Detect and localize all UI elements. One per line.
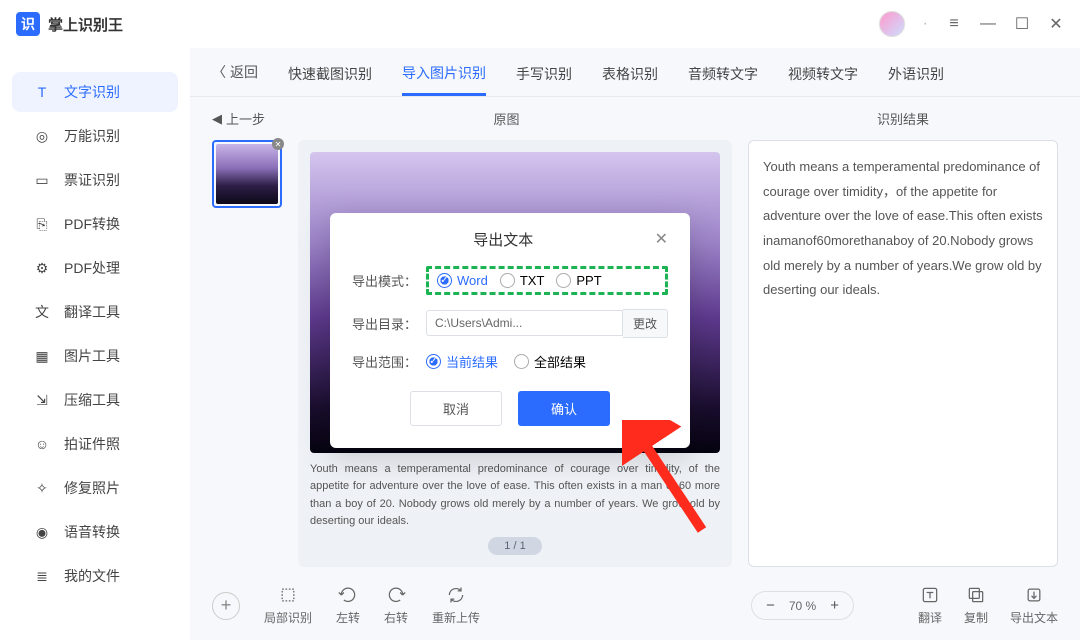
zoom-value: 70 % [789, 599, 816, 613]
result-panel[interactable]: Youth means a temperamental predominance… [748, 140, 1058, 567]
thumbnail-close-icon[interactable]: ✕ [272, 138, 284, 150]
radio-icon [514, 354, 529, 369]
scope-label: 导出范围： [352, 352, 426, 371]
sidebar-item-voice[interactable]: ◉语音转换 [12, 512, 178, 552]
sidebar: T文字识别 ◎万能识别 ▭票证识别 ⎘PDF转换 ⚙PDF处理 文翻译工具 ▦图… [0, 48, 190, 640]
gear-icon: ⚙ [32, 258, 52, 278]
chevron-left-icon: 〈 [212, 62, 226, 82]
tool-translate[interactable]: 翻译 [918, 585, 942, 626]
tabs: 〈返回 快速截图识别 导入图片识别 手写识别 表格识别 音频转文字 视频转文字 … [190, 48, 1080, 97]
maximize-icon[interactable]: ☐ [1014, 16, 1030, 32]
tab-screenshot[interactable]: 快速截图识别 [288, 64, 372, 94]
toolbar: + 局部识别 左转 右转 重新上传 − 70 % + 翻译 复制 导出文本 [190, 575, 1080, 640]
zoom-in-button[interactable]: + [830, 597, 839, 614]
sidebar-item-repair[interactable]: ✧修复照片 [12, 468, 178, 508]
result-text: Youth means a temperamental predominance… [763, 155, 1043, 303]
tab-table[interactable]: 表格识别 [602, 64, 658, 94]
avatar[interactable] [879, 11, 905, 37]
scope-all[interactable]: 全部结果 [514, 352, 586, 371]
repair-icon: ✧ [32, 478, 52, 498]
back-button[interactable]: 〈返回 [212, 62, 258, 82]
tab-handwriting[interactable]: 手写识别 [516, 64, 572, 94]
sidebar-item-translate[interactable]: 文翻译工具 [12, 292, 178, 332]
triangle-left-icon: ◀ [212, 111, 222, 127]
thumbnail-image [216, 144, 278, 204]
id-icon: ☺ [32, 434, 52, 454]
sidebar-item-image[interactable]: ▦图片工具 [12, 336, 178, 376]
sidebar-item-text-ocr[interactable]: T文字识别 [12, 72, 178, 112]
minimize-icon[interactable]: — [980, 16, 996, 32]
tab-import-image[interactable]: 导入图片识别 [402, 63, 486, 96]
tab-video[interactable]: 视频转文字 [788, 64, 858, 94]
confirm-button[interactable]: 确认 [518, 391, 610, 426]
add-button[interactable]: + [212, 592, 240, 620]
mode-options-highlight: Word TXT PPT [426, 266, 668, 295]
sidebar-item-pdf-process[interactable]: ⚙PDF处理 [12, 248, 178, 288]
zoom-control: − 70 % + [751, 591, 854, 620]
subheader: ◀上一步 原图 识别结果 [190, 97, 1080, 140]
image-icon: ▦ [32, 346, 52, 366]
radio-icon [500, 273, 515, 288]
radio-icon [556, 273, 571, 288]
radio-icon [426, 354, 441, 369]
tool-copy[interactable]: 复制 [964, 585, 988, 626]
files-icon: ≣ [32, 566, 52, 586]
text-icon: T [32, 82, 52, 102]
mode-word[interactable]: Word [437, 273, 488, 288]
pager: 1 / 1 [488, 537, 541, 555]
tab-audio[interactable]: 音频转文字 [688, 64, 758, 94]
sidebar-item-ticket[interactable]: ▭票证识别 [12, 160, 178, 200]
original-label: 原图 [265, 109, 748, 128]
export-modal: 导出文本 ✕ 导出模式： Word TXT PPT 导出目录： 更改 导出范围：… [330, 213, 690, 448]
titlebar: 识 掌上识别王 · ≡ — ☐ ✕ [0, 0, 1080, 48]
mode-label: 导出模式： [352, 271, 426, 290]
tool-reupload[interactable]: 重新上传 [432, 585, 480, 626]
translate-icon: 文 [32, 302, 52, 322]
dir-label: 导出目录： [352, 314, 426, 333]
dir-change-button[interactable]: 更改 [623, 309, 668, 338]
tab-foreign[interactable]: 外语识别 [888, 64, 944, 94]
modal-close-icon[interactable]: ✕ [655, 229, 668, 249]
camera-icon: ◎ [32, 126, 52, 146]
preview-caption: Youth means a temperamental predominance… [310, 461, 720, 531]
tool-rotate-right[interactable]: 右转 [384, 585, 408, 626]
menu-icon[interactable]: ≡ [946, 16, 962, 32]
radio-icon [437, 273, 452, 288]
app-title: 掌上识别王 [48, 14, 123, 35]
cancel-button[interactable]: 取消 [410, 391, 502, 426]
mode-txt[interactable]: TXT [500, 273, 545, 288]
tool-export[interactable]: 导出文本 [1010, 585, 1058, 626]
mode-ppt[interactable]: PPT [556, 273, 601, 288]
tool-rotate-left[interactable]: 左转 [336, 585, 360, 626]
sidebar-item-idphoto[interactable]: ☺拍证件照 [12, 424, 178, 464]
sidebar-item-myfiles[interactable]: ≣我的文件 [12, 556, 178, 596]
tool-crop[interactable]: 局部识别 [264, 585, 312, 626]
scope-current[interactable]: 当前结果 [426, 352, 498, 371]
close-icon[interactable]: ✕ [1048, 16, 1064, 32]
result-label: 识别结果 [748, 109, 1058, 128]
thumbnail[interactable]: ✕ [212, 140, 282, 208]
compress-icon: ⇲ [32, 390, 52, 410]
modal-title: 导出文本 [352, 229, 655, 250]
sidebar-item-compress[interactable]: ⇲压缩工具 [12, 380, 178, 420]
zoom-out-button[interactable]: − [766, 597, 775, 614]
thumbnails: ✕ [212, 140, 282, 567]
ticket-icon: ▭ [32, 170, 52, 190]
dir-input[interactable] [426, 310, 623, 336]
sidebar-item-pdf-convert[interactable]: ⎘PDF转换 [12, 204, 178, 244]
pdf-icon: ⎘ [32, 214, 52, 234]
vip-icon[interactable]: · [923, 15, 928, 33]
voice-icon: ◉ [32, 522, 52, 542]
prev-step-button[interactable]: ◀上一步 [212, 109, 265, 128]
sidebar-item-universal[interactable]: ◎万能识别 [12, 116, 178, 156]
app-logo: 识 [16, 12, 40, 36]
